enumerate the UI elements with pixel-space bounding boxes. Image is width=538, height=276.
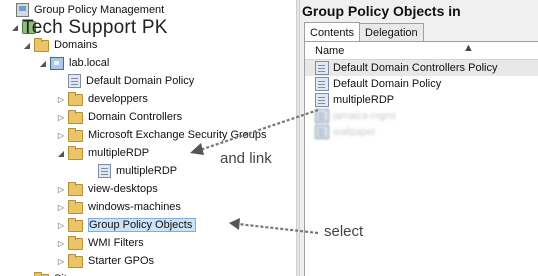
- tree-item-label: multipleRDP: [116, 165, 178, 177]
- annotation-and-link: and link: [220, 150, 272, 167]
- folder-icon: [68, 92, 83, 106]
- gpo-name: jamaica-mgmt: [333, 110, 396, 122]
- folder-icon: [68, 254, 83, 268]
- gpo-icon: [315, 125, 329, 139]
- gpo-link-icon: [98, 164, 111, 178]
- collapsed-arrow-icon[interactable]: ▷: [56, 198, 66, 216]
- tree-item-label: WMI Filters: [88, 237, 144, 249]
- collapsed-arrow-icon[interactable]: ▷: [56, 180, 66, 198]
- tree-item[interactable]: ▷ Domain Controllers: [56, 108, 182, 126]
- gpo-icon: [315, 109, 329, 123]
- gpo-name: Default Domain Controllers Policy: [333, 62, 498, 74]
- tree-item[interactable]: ◢ lab.local: [38, 54, 109, 72]
- collapsed-arrow-icon[interactable]: ▷: [56, 216, 66, 234]
- domains-folder-icon: [34, 38, 49, 52]
- tree-item[interactable]: ▷ Starter GPOs: [56, 252, 154, 270]
- collapsed-arrow-icon[interactable]: ▷: [56, 252, 66, 270]
- expanded-arrow-icon[interactable]: ◢: [56, 144, 66, 162]
- gpo-list-row[interactable]: multipleRDP: [305, 92, 538, 108]
- folder-icon: [68, 200, 83, 214]
- domain-icon: [50, 56, 64, 70]
- gpo-list-row[interactable]: Default Domain Controllers Policy: [305, 60, 538, 76]
- pane-title: Group Policy Objects in: [302, 3, 461, 19]
- tree-item-label: Default Domain Policy: [86, 75, 195, 87]
- gpo-name: Default Domain Policy: [333, 78, 442, 90]
- name-column-header[interactable]: Name ▲: [305, 42, 538, 60]
- expanded-arrow-icon[interactable]: ◢: [38, 54, 48, 72]
- tree-item-label: windows-machines: [88, 201, 181, 213]
- gpo-list-row[interactable]: jamaica-mgmt: [305, 108, 538, 124]
- gpo-list-row[interactable]: wallpaper: [305, 124, 538, 140]
- tree-item[interactable]: Default Domain Policy: [56, 72, 194, 90]
- tree-item[interactable]: ▷ developpers: [56, 90, 148, 108]
- collapsed-arrow-icon[interactable]: ▷: [56, 126, 66, 144]
- tree-item-label: Group Policy Objects: [88, 218, 197, 232]
- tree-item-label: developpers: [88, 93, 148, 105]
- gpo-name: multipleRDP: [333, 94, 395, 106]
- tree-item-label: view-desktops: [88, 183, 158, 195]
- tree-item[interactable]: ▷ WMI Filters: [56, 234, 144, 252]
- folder-icon: [68, 128, 83, 142]
- tree-item[interactable]: ▷ Microsoft Exchange Security Groups: [56, 126, 267, 144]
- gpo-name: wallpaper: [333, 126, 376, 138]
- tree-item-label: Group Policy Management: [34, 4, 165, 16]
- folder-icon: [68, 110, 83, 124]
- gpo-icon: [315, 61, 329, 75]
- tree-item-label: Starter GPOs: [88, 255, 155, 267]
- sort-ascending-icon: ▲: [463, 42, 474, 54]
- console-root-icon: [16, 3, 29, 17]
- tree-item[interactable]: ▷Sites: [22, 270, 78, 276]
- tree-item-label: lab.local: [69, 57, 110, 69]
- tree-item-label: Domain Controllers: [88, 111, 183, 123]
- tree-item[interactable]: ▷ view-desktops: [56, 180, 158, 198]
- collapsed-arrow-icon[interactable]: ▷: [56, 234, 66, 252]
- tab-strip: Contents Delegation: [304, 22, 424, 42]
- tree-item-label: Domains: [54, 39, 98, 51]
- expanded-arrow-icon[interactable]: ◢: [10, 18, 20, 36]
- tree-item[interactable]: ◢ multipleRDP: [56, 144, 149, 162]
- annotation-select: select: [324, 223, 364, 240]
- tree-item[interactable]: ▷ windows-machines: [56, 198, 181, 216]
- gpo-icon: [315, 93, 329, 107]
- tab-delegation[interactable]: Delegation: [359, 23, 424, 42]
- watermark-text: Tech Support PK: [22, 17, 168, 38]
- folder-icon: [68, 218, 83, 232]
- tree-item[interactable]: ▷ Group Policy Objects: [56, 216, 197, 234]
- tree-item[interactable]: multipleRDP: [86, 162, 177, 180]
- console-tree[interactable]: Group Policy Management◢Forest: lab.loca…: [0, 0, 296, 276]
- gpo-list[interactable]: Name ▲ Default Domain Controllers Policy…: [304, 41, 538, 276]
- column-header-label: Name: [315, 44, 345, 57]
- collapsed-arrow-icon[interactable]: ▷: [56, 108, 66, 126]
- tab-contents[interactable]: Contents: [304, 22, 361, 42]
- tree-item-label: Microsoft Exchange Security Groups: [88, 129, 267, 141]
- collapsed-arrow-icon[interactable]: ▷: [56, 90, 66, 108]
- tree-item-label: multipleRDP: [88, 147, 150, 159]
- gpo-link-icon: [68, 74, 81, 88]
- folder-icon: [68, 146, 83, 160]
- folder-icon: [68, 182, 83, 196]
- folder-icon: [68, 236, 83, 250]
- gpo-icon: [315, 77, 329, 91]
- gpo-list-row[interactable]: Default Domain Policy: [305, 76, 538, 92]
- collapsed-arrow-icon[interactable]: ▷: [22, 270, 32, 276]
